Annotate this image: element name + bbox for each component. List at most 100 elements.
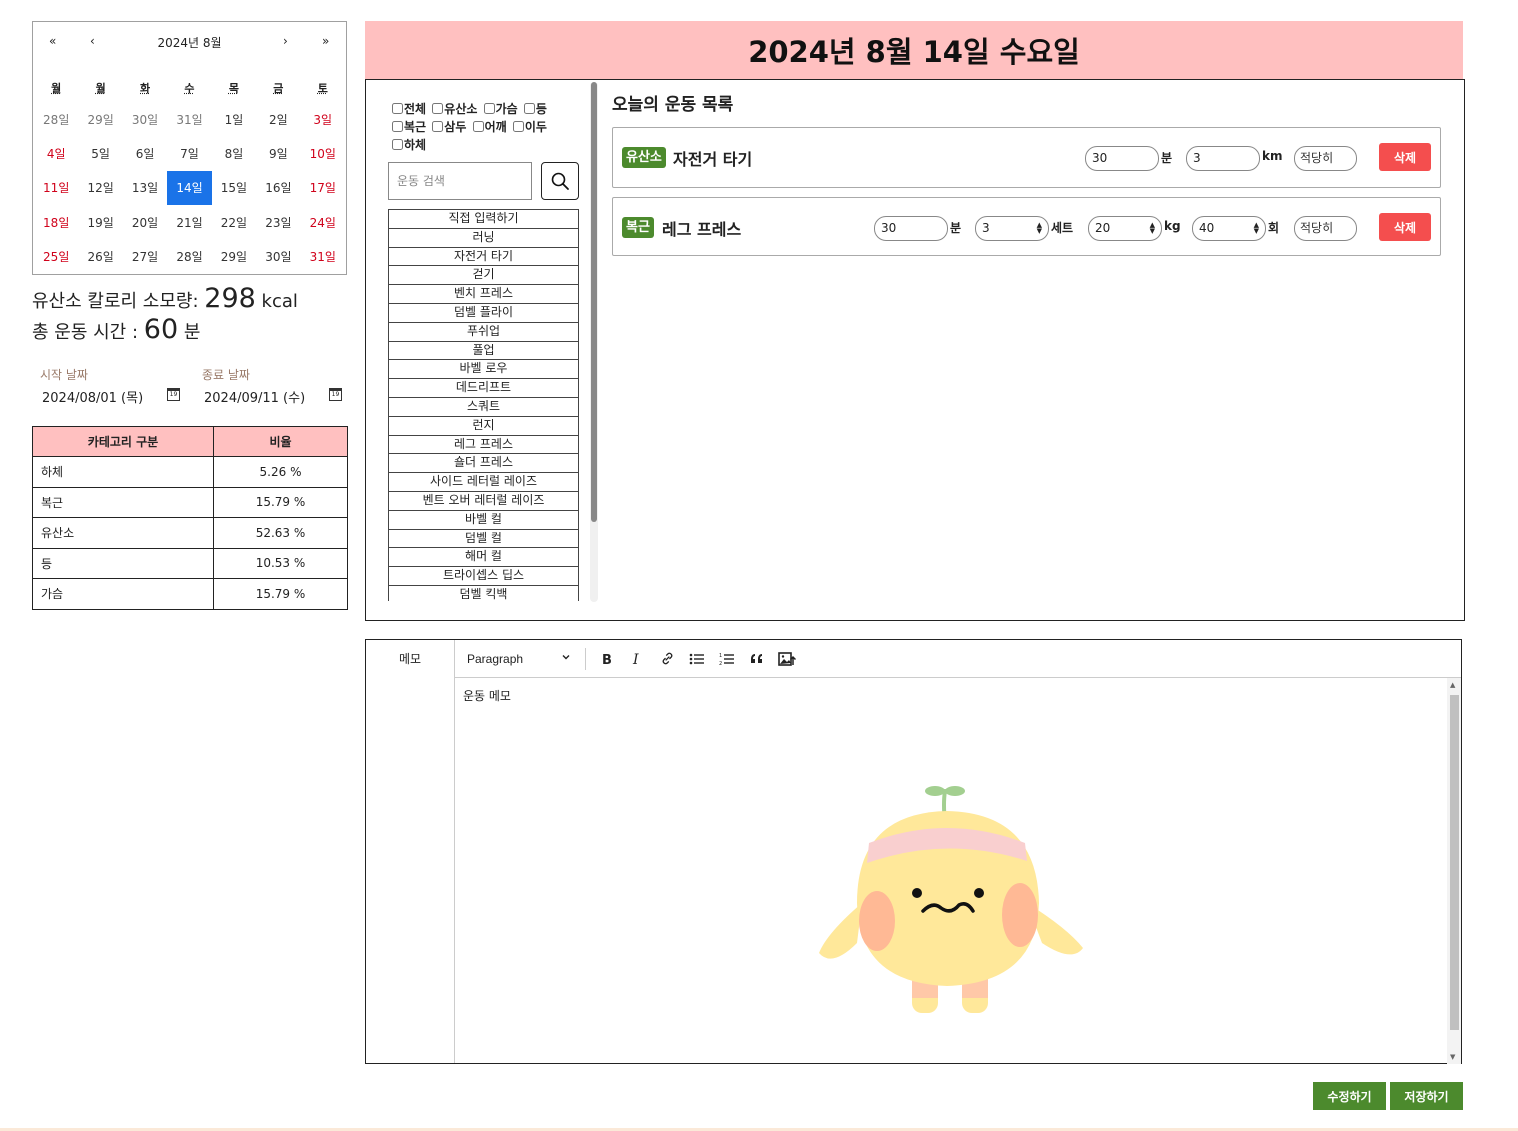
calendar-day[interactable]: 29일 [78,102,122,136]
exercise-list-scroll-thumb[interactable] [591,82,597,522]
exercise-list-item[interactable]: 숄더 프레스 [388,453,579,473]
exercise-list-item[interactable]: 바벨 컬 [388,509,579,529]
memo-scrollbar[interactable]: ▲ ▼ [1447,678,1461,1064]
calendar-day[interactable]: 21일 [167,205,211,239]
exercise-list-item[interactable]: 레그 프레스 [388,434,579,454]
exercise-list-item[interactable]: 벤치 프레스 [388,284,579,303]
filter-checkbox[interactable] [432,103,444,114]
paragraph-format-select[interactable]: Paragraph [467,652,579,666]
filter-checkbox[interactable] [472,121,484,132]
end-date-value[interactable]: 2024/09/11 (수) [194,387,344,406]
exercise-list-item[interactable]: 러닝 [388,227,579,247]
calendar-day[interactable]: 30일 [123,102,167,136]
exercise-list-item[interactable]: 벤트 오버 레터럴 레이즈 [388,490,579,510]
intensity-select[interactable]: 적당히 [1294,216,1357,241]
calendar-day[interactable]: 31일 [301,240,345,274]
search-button[interactable] [541,162,579,200]
scroll-up-icon[interactable]: ▲ [1450,681,1455,689]
calendar-day[interactable]: 7일 [167,136,211,170]
exercise-list-item[interactable]: 트라이셉스 딥스 [388,566,579,585]
memo-scroll-thumb[interactable] [1450,695,1459,1030]
filter-checkbox[interactable] [512,121,524,132]
calendar-day[interactable]: 22일 [212,205,256,239]
calendar-day[interactable]: 18일 [34,205,78,239]
filter-biceps[interactable]: 이두 [512,120,547,134]
delete-button[interactable]: 삭제 [1379,143,1431,171]
calendar-day-selected[interactable]: 14일 [167,170,212,206]
exercise-list-item[interactable]: 덤벨 킥백 [388,584,579,601]
calendar-day[interactable]: 29일 [212,240,256,274]
calendar-day[interactable]: 11일 [34,171,78,205]
calendar-day[interactable]: 9일 [256,136,300,170]
insert-image-button[interactable] [772,645,802,673]
sets-input[interactable]: 3 ▲ ▼ [975,216,1049,241]
exercise-list-item[interactable]: 풀업 [388,340,579,360]
save-button[interactable]: 저장하기 [1390,1082,1463,1110]
filter-back[interactable]: 등 [523,102,547,116]
calendar-day[interactable]: 2일 [256,102,300,136]
stepper-icon[interactable]: ▲ ▼ [1150,222,1155,235]
calendar-day[interactable]: 16일 [256,171,300,205]
calendar-day[interactable]: 30일 [256,240,300,274]
bullet-list-button[interactable] [682,645,712,673]
start-date-picker[interactable]: 시작 날짜 2024/08/01 (목) 19 [32,366,182,406]
link-button[interactable] [652,645,682,673]
calendar-day[interactable]: 27일 [123,240,167,274]
reps-input[interactable]: 40 ▲ ▼ [1192,216,1266,241]
distance-input[interactable]: 3 [1186,146,1260,171]
calendar-day[interactable]: 19일 [78,205,122,239]
calendar-day[interactable]: 1일 [212,102,256,136]
calendar-day[interactable]: 20일 [123,205,167,239]
minutes-input[interactable]: 30 [1085,146,1159,171]
calendar-icon[interactable]: 19 [167,388,180,401]
calendar-day[interactable]: 25일 [34,240,78,274]
intensity-select[interactable]: 적당히 [1294,146,1357,171]
calendar-day[interactable]: 26일 [78,240,122,274]
stepper-icon[interactable]: ▲ ▼ [1254,222,1259,235]
calendar-day[interactable]: 15일 [212,171,256,205]
filter-all[interactable]: 전체 [392,102,426,116]
exercise-list-item[interactable]: 덤벨 플라이 [388,302,579,322]
weight-input[interactable]: 20 ▲ ▼ [1088,216,1162,241]
exercise-list-item[interactable]: 스쿼트 [388,396,579,416]
filter-shoulder[interactable]: 어깨 [472,120,507,134]
scroll-down-icon[interactable]: ▼ [1450,1053,1455,1061]
exercise-list-item[interactable]: 데드리프트 [388,378,579,397]
exercise-list-item[interactable]: 푸쉬업 [388,321,579,341]
calendar-day[interactable]: 31일 [167,102,211,136]
calendar-day[interactable]: 13일 [123,171,167,205]
calendar-day[interactable]: 28일 [167,240,211,274]
calendar-day[interactable]: 6일 [123,136,167,170]
start-date-value[interactable]: 2024/08/01 (목) [32,387,182,406]
calendar-day[interactable]: 23일 [256,205,300,239]
calendar-day[interactable]: 3일 [301,102,345,136]
filter-checkbox[interactable] [523,103,535,114]
bold-button[interactable]: B [592,645,622,673]
calendar-icon[interactable]: 19 [329,388,342,401]
next-year-button[interactable]: » [322,34,329,48]
edit-button[interactable]: 수정하기 [1313,1082,1386,1110]
calendar-day[interactable]: 10일 [301,136,345,170]
exercise-list-item[interactable]: 바벨 로우 [388,359,579,379]
calendar-day[interactable]: 12일 [78,171,122,205]
exercise-list-item[interactable]: 직접 입력하기 [388,209,579,228]
filter-triceps[interactable]: 삼두 [432,120,466,134]
calendar-day[interactable]: 8일 [212,136,256,170]
exercise-list-item[interactable]: 해머 컬 [388,547,579,567]
delete-button[interactable]: 삭제 [1379,213,1431,241]
calendar-day[interactable]: 4일 [34,136,78,170]
exercise-list-item[interactable]: 사이드 레터럴 레이즈 [388,472,579,491]
stepper-icon[interactable]: ▲ ▼ [1037,222,1042,235]
exercise-search-input[interactable] [388,162,532,200]
filter-checkbox[interactable] [392,139,403,150]
italic-button[interactable]: I [622,645,652,673]
calendar-day[interactable]: 28일 [34,102,78,136]
filter-checkbox[interactable] [392,121,403,132]
exercise-list-item[interactable]: 걷기 [388,265,579,285]
calendar-day[interactable]: 24일 [301,205,345,239]
prev-year-button[interactable]: « [49,34,56,48]
calendar-day[interactable]: 5일 [78,136,122,170]
end-date-picker[interactable]: 종료 날짜 2024/09/11 (수) 19 [194,366,344,406]
filter-cardio[interactable]: 유산소 [432,102,477,116]
blockquote-button[interactable] [742,645,772,673]
